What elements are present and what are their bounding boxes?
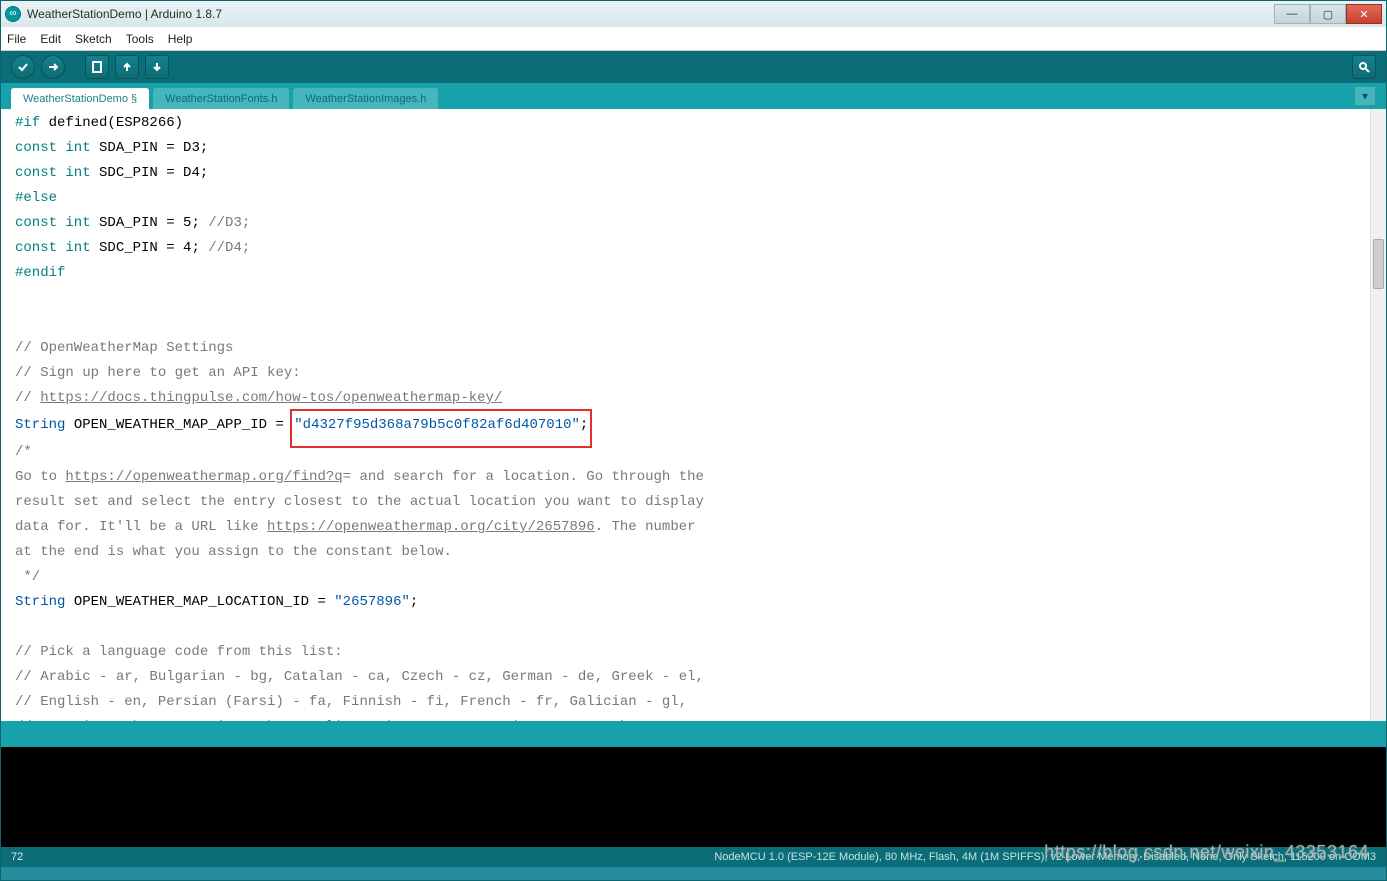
line-number-indicator: 72 bbox=[11, 851, 23, 863]
menu-tools[interactable]: Tools bbox=[126, 32, 154, 46]
code-text: SDA_PIN = 5; bbox=[91, 215, 209, 231]
verify-button[interactable] bbox=[11, 55, 35, 79]
code-keyword: #if bbox=[15, 115, 40, 131]
code-keyword: const int bbox=[15, 215, 91, 231]
tabbar: WeatherStationDemo § WeatherStationFonts… bbox=[1, 83, 1386, 109]
minimize-button[interactable]: — bbox=[1274, 4, 1310, 24]
toolbar bbox=[1, 51, 1386, 83]
code-comment: // https://docs.thingpulse.com/how-tos/o… bbox=[15, 390, 502, 406]
code-text: OPEN_WEATHER_MAP_LOCATION_ID = bbox=[65, 594, 334, 610]
menu-edit[interactable]: Edit bbox=[40, 32, 61, 46]
code-comment: data for. It'll be a URL like https://op… bbox=[15, 519, 696, 535]
tab-menu-dropdown[interactable]: ▾ bbox=[1354, 86, 1376, 106]
tab-weatherstationdemo[interactable]: WeatherStationDemo § bbox=[11, 88, 149, 109]
menubar: File Edit Sketch Tools Help bbox=[1, 27, 1386, 51]
code-comment: //D4; bbox=[208, 240, 250, 256]
code-comment: // OpenWeatherMap Settings bbox=[15, 340, 233, 356]
highlight-annotation: "d4327f95d368a79b5c0f82af6d407010"; bbox=[290, 409, 592, 448]
code-text: ; bbox=[410, 594, 418, 610]
console-output[interactable] bbox=[1, 747, 1386, 847]
code-comment: // Croatian - hr, Hungarian - hu, Italia… bbox=[15, 719, 645, 721]
menu-sketch[interactable]: Sketch bbox=[75, 32, 112, 46]
code-keyword: const int bbox=[15, 140, 91, 156]
code-type: String bbox=[15, 417, 65, 433]
arduino-logo-icon bbox=[5, 6, 21, 22]
window-title: WeatherStationDemo | Arduino 1.8.7 bbox=[27, 7, 1274, 21]
code-text: ; bbox=[580, 417, 588, 433]
statusbar: 72 NodeMCU 1.0 (ESP-12E Module), 80 MHz,… bbox=[1, 847, 1386, 867]
code-url-link[interactable]: https://openweathermap.org/find?q bbox=[65, 469, 342, 485]
code-text: SDA_PIN = D3; bbox=[91, 140, 209, 156]
code-comment-prefix: // bbox=[15, 390, 40, 406]
code-comment: //D3; bbox=[208, 215, 250, 231]
code-keyword: const int bbox=[15, 240, 91, 256]
code-comment-text: Go to bbox=[15, 469, 65, 485]
tab-weatherstationimages[interactable]: WeatherStationImages.h bbox=[293, 88, 438, 109]
code-comment: at the end is what you assign to the con… bbox=[15, 544, 452, 560]
tab-weatherstationfonts[interactable]: WeatherStationFonts.h bbox=[153, 88, 289, 109]
code-url-link[interactable]: https://openweathermap.org/city/2657896 bbox=[267, 519, 595, 535]
code-url-link[interactable]: https://docs.thingpulse.com/how-tos/open… bbox=[40, 390, 502, 406]
code-comment: result set and select the entry closest … bbox=[15, 494, 704, 510]
menu-file[interactable]: File bbox=[7, 32, 26, 46]
code-text: SDC_PIN = D4; bbox=[91, 165, 209, 181]
save-button[interactable] bbox=[145, 55, 169, 79]
maximize-button[interactable]: ▢ bbox=[1310, 4, 1346, 24]
code-text: OPEN_WEATHER_MAP_APP_ID = bbox=[65, 417, 292, 433]
scrollbar-thumb[interactable] bbox=[1373, 239, 1384, 289]
code-text: defined(ESP8266) bbox=[40, 115, 183, 131]
code-comment-text: data for. It'll be a URL like bbox=[15, 519, 267, 535]
code-string: "2657896" bbox=[334, 594, 410, 610]
code-comment: */ bbox=[15, 569, 40, 585]
code-editor[interactable]: #if defined(ESP8266) const int SDA_PIN =… bbox=[1, 109, 1386, 721]
code-keyword: #endif bbox=[15, 265, 65, 281]
board-info: NodeMCU 1.0 (ESP-12E Module), 80 MHz, Fl… bbox=[714, 851, 1376, 863]
code-comment: Go to https://openweathermap.org/find?q=… bbox=[15, 469, 704, 485]
serial-monitor-button[interactable] bbox=[1352, 55, 1376, 79]
code-comment: // Arabic - ar, Bulgarian - bg, Catalan … bbox=[15, 669, 704, 685]
new-button[interactable] bbox=[85, 55, 109, 79]
editor-area: #if defined(ESP8266) const int SDA_PIN =… bbox=[1, 109, 1386, 721]
code-string: "d4327f95d368a79b5c0f82af6d407010" bbox=[294, 417, 580, 433]
titlebar: WeatherStationDemo | Arduino 1.8.7 — ▢ ✕ bbox=[1, 1, 1386, 27]
code-comment: // English - en, Persian (Farsi) - fa, F… bbox=[15, 694, 687, 710]
code-comment-text: . The number bbox=[595, 519, 696, 535]
code-comment: // Sign up here to get an API key: bbox=[15, 365, 301, 381]
close-button[interactable]: ✕ bbox=[1346, 4, 1382, 24]
code-text: SDC_PIN = 4; bbox=[91, 240, 209, 256]
code-type: String bbox=[15, 594, 65, 610]
upload-button[interactable] bbox=[41, 55, 65, 79]
code-keyword: const int bbox=[15, 165, 91, 181]
code-comment-text: = and search for a location. Go through … bbox=[343, 469, 704, 485]
code-keyword: #else bbox=[15, 190, 57, 206]
code-comment: /* bbox=[15, 444, 32, 460]
status-strip bbox=[1, 721, 1386, 747]
open-button[interactable] bbox=[115, 55, 139, 79]
window-controls: — ▢ ✕ bbox=[1274, 4, 1382, 24]
vertical-scrollbar[interactable] bbox=[1370, 109, 1386, 721]
menu-help[interactable]: Help bbox=[168, 32, 193, 46]
code-comment: // Pick a language code from this list: bbox=[15, 644, 343, 660]
